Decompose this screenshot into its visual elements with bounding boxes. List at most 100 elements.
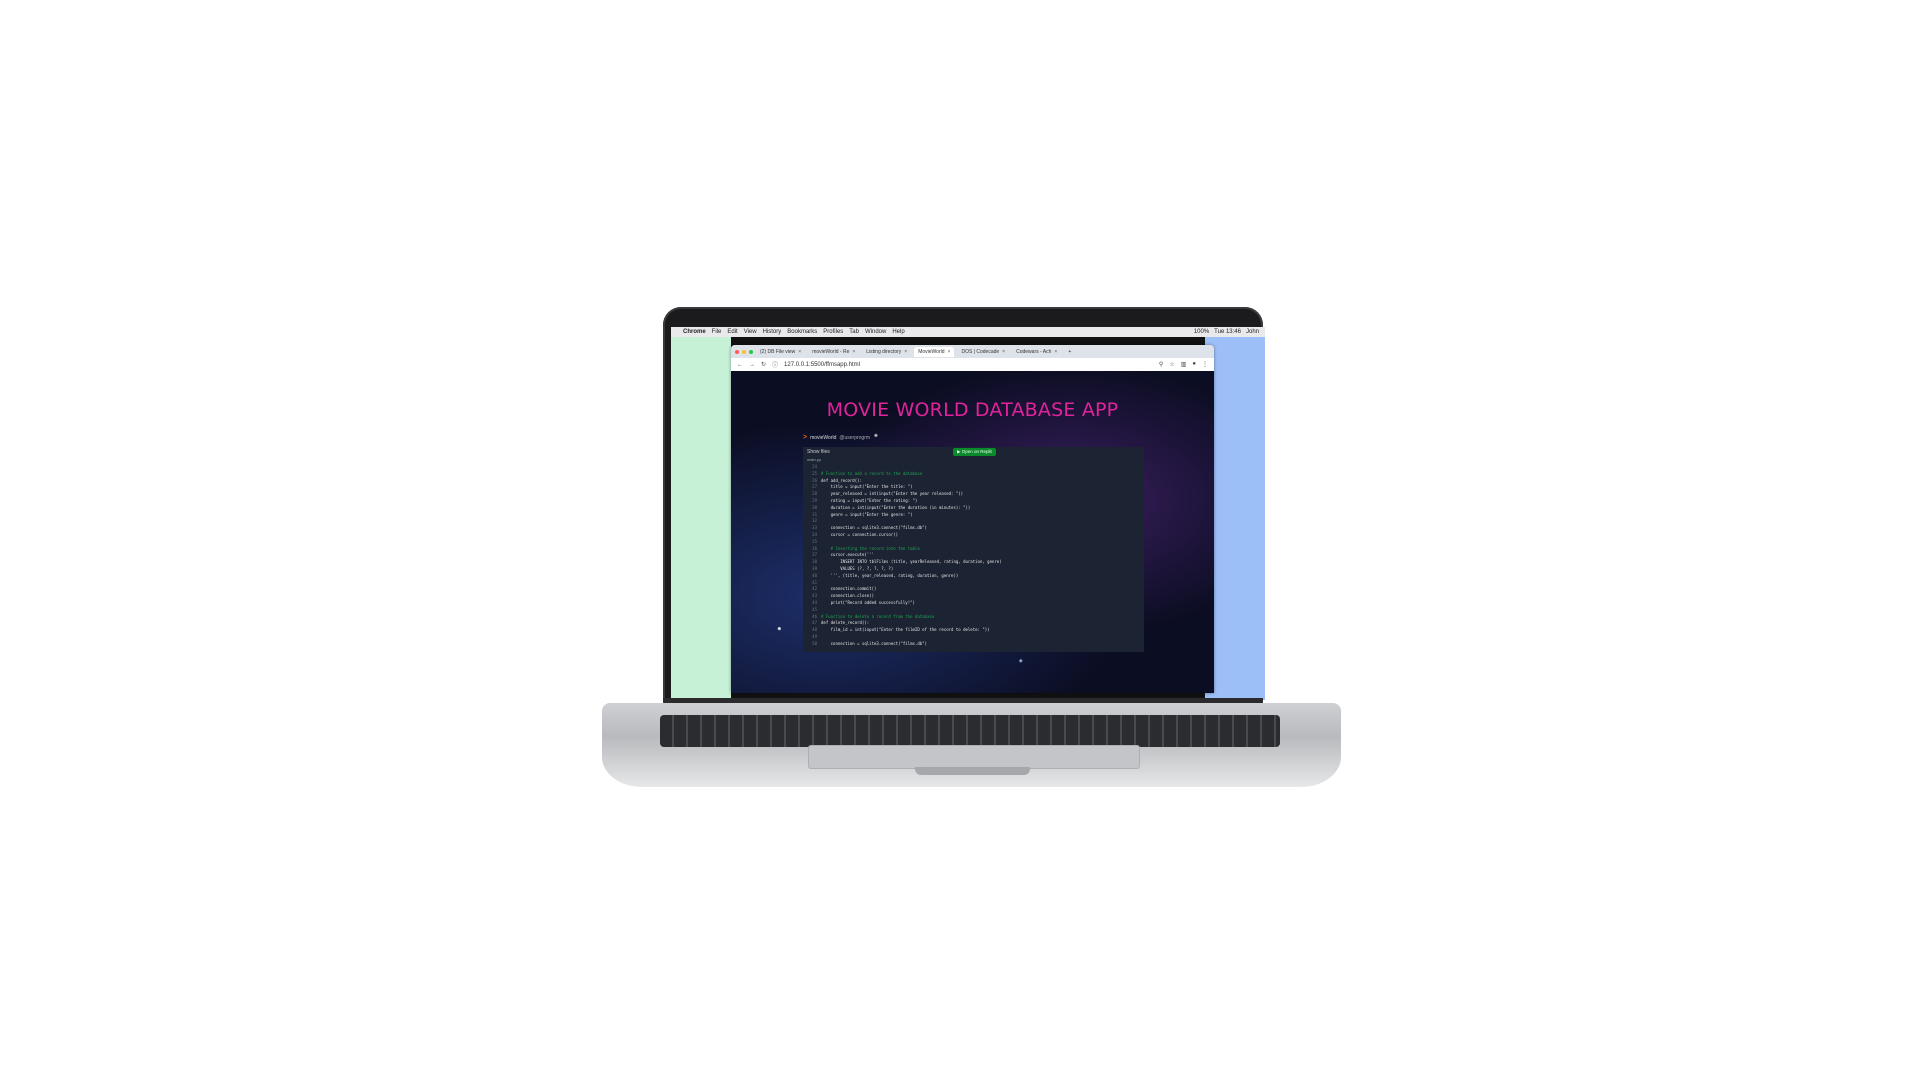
tab-movieworld[interactable]: MovieWorld × — [914, 346, 955, 357]
line-number: 48 — [812, 627, 817, 633]
back-icon[interactable]: ← — [737, 362, 743, 368]
line-number: 45 — [812, 606, 817, 612]
menu-kebab-icon[interactable]: ⋮ — [1202, 361, 1208, 368]
code-line[interactable]: 28 year_released = int(input("Enter the … — [807, 491, 1144, 498]
code-line[interactable]: 29 rating = input("Enter the rating: ") — [807, 498, 1144, 505]
code-line[interactable]: 38 INSERT INTO tblFilms (title, yearRele… — [807, 559, 1144, 566]
code-text: # Function to add a record to the databa… — [821, 470, 923, 476]
file-name[interactable]: main.py — [803, 456, 1144, 464]
code-line[interactable]: 35 — [807, 539, 1144, 546]
tab-listing-directory[interactable]: Listing directory × — [862, 347, 911, 357]
code-line[interactable]: 47 def delete_record(): — [807, 620, 1144, 627]
close-tab-icon[interactable]: × — [948, 349, 951, 355]
code-text: INSERT INTO tblFilms (title, yearRelease… — [821, 559, 1002, 565]
code-line[interactable]: 33 connection = sqlite3.connect("films.d… — [807, 525, 1144, 532]
menu-view[interactable]: View — [744, 329, 757, 335]
line-number: 31 — [812, 511, 817, 517]
code-line[interactable]: 32 — [807, 518, 1144, 525]
code-editor[interactable]: 24 25 # Function to add a record to the da… — [803, 464, 1144, 648]
zoom-window-button[interactable] — [749, 349, 753, 354]
repl-name[interactable]: movieWorld — [810, 435, 836, 441]
code-text: connection.close() — [821, 593, 874, 599]
bookmark-star-icon[interactable]: ☆ — [1169, 361, 1174, 368]
menu-tab[interactable]: Tab — [849, 329, 859, 335]
code-line[interactable]: 39 VALUES (?, ?, ?, ?, ?) — [807, 566, 1144, 573]
tab-movieworld-replit[interactable]: movieWorld - Re × — [808, 347, 859, 357]
code-line[interactable]: 40 ''', (title, year_released, rating, d… — [807, 573, 1144, 580]
new-tab-button[interactable]: + — [1064, 347, 1075, 357]
profile-avatar[interactable]: ● — [1192, 361, 1196, 368]
search-icon[interactable]: ⚲ — [1159, 361, 1163, 368]
code-line[interactable]: 26 def add_record(): — [807, 478, 1144, 485]
menu-window[interactable]: Window — [865, 329, 886, 335]
close-tab-icon[interactable]: × — [1002, 349, 1005, 355]
line-number: 36 — [812, 545, 817, 551]
code-line[interactable]: 27 title = input("Enter the title: ") — [807, 484, 1144, 491]
close-tab-icon[interactable]: × — [852, 349, 855, 355]
menu-help[interactable]: Help — [892, 329, 904, 335]
sidepanel-icon[interactable]: ▥ — [1181, 361, 1187, 368]
tab-label: MovieWorld — [918, 348, 945, 355]
code-line[interactable]: 37 cursor.execute(''' — [807, 552, 1144, 559]
code-line[interactable]: 46 # Function to delete a record from the… — [807, 614, 1144, 621]
code-text: cursor = connection.cursor() — [821, 531, 899, 537]
reload-icon[interactable]: ↻ — [761, 361, 766, 368]
code-line[interactable]: 44 print("Record added successfully!") — [807, 600, 1144, 607]
repl-user[interactable]: @userprogrm — [839, 435, 870, 441]
code-line[interactable]: 42 connection.commit() — [807, 586, 1144, 593]
code-line[interactable]: 41 — [807, 580, 1144, 587]
menu-history[interactable]: History — [763, 329, 782, 335]
menu-edit[interactable]: Edit — [727, 329, 737, 335]
code-line[interactable]: 25 # Function to add a record to the data… — [807, 471, 1144, 478]
close-tab-icon[interactable]: × — [1054, 349, 1057, 355]
code-line[interactable]: 45 — [807, 607, 1144, 614]
menu-bookmarks[interactable]: Bookmarks — [787, 329, 817, 335]
mac-menubar: Chrome File Edit View History Bookmarks … — [671, 327, 1265, 337]
line-number: 49 — [812, 633, 817, 639]
code-line[interactable]: 36 # Inserting the record into the table — [807, 546, 1144, 553]
close-tab-icon[interactable]: × — [798, 349, 801, 355]
show-files-button[interactable]: Show files — [807, 449, 830, 455]
close-tab-icon[interactable]: × — [904, 349, 907, 355]
line-number: 38 — [812, 559, 817, 565]
tab-db-file-view[interactable]: (2) DB File view × — [756, 347, 805, 357]
code-line[interactable]: 50 connection = sqlite3.connect("films.d… — [807, 641, 1144, 648]
menu-chrome[interactable]: Chrome — [683, 329, 706, 335]
close-window-button[interactable] — [735, 349, 739, 354]
replit-logo-icon[interactable]: > — [803, 434, 807, 441]
menu-profiles[interactable]: Profiles — [823, 329, 843, 335]
minimize-window-button[interactable] — [742, 349, 746, 354]
user-name[interactable]: John — [1246, 329, 1259, 335]
code-line[interactable]: 34 cursor = connection.cursor() — [807, 532, 1144, 539]
code-line[interactable]: 31 genre = input("Enter the genre: ") — [807, 512, 1144, 519]
code-line[interactable]: 24 — [807, 464, 1144, 471]
desktop-wallpaper-left — [671, 337, 731, 700]
tab-label: (2) DB File view — [760, 348, 796, 355]
open-on-replit-button[interactable]: ▶ Open on Replit — [953, 448, 996, 456]
tab-strip: (2) DB File view × movieWorld - Re × Listi… — [731, 345, 1214, 358]
line-number: 44 — [812, 599, 817, 605]
address-bar[interactable]: 127.0.0.1:5500/ffmsapp.html — [784, 362, 860, 368]
code-text: year_released = int(input("Enter the yea… — [821, 491, 964, 497]
tab-codewars[interactable]: Codewars - Ach × — [1012, 347, 1061, 357]
tab-codecademy[interactable]: DOS | Codecade × — [957, 347, 1009, 357]
keyboard — [660, 715, 1280, 747]
battery-status[interactable]: 100% — [1194, 329, 1209, 335]
line-number: 29 — [812, 497, 817, 503]
code-text: # Inserting the record into the table — [821, 545, 920, 551]
code-text: genre = input("Enter the genre: ") — [821, 511, 913, 517]
code-text: connection = sqlite3.connect("films.db") — [821, 640, 927, 646]
code-text: connection = sqlite3.connect("films.db") — [821, 525, 927, 531]
code-text: title = input("Enter the title: ") — [821, 484, 913, 490]
code-line[interactable]: 48 film_id = int(input("Enter the filmID… — [807, 627, 1144, 634]
menu-file[interactable]: File — [712, 329, 722, 335]
clock[interactable]: Tue 13:46 — [1214, 329, 1241, 335]
code-line[interactable]: 49 — [807, 634, 1144, 641]
site-info-icon[interactable]: ⓘ — [772, 360, 778, 369]
code-line[interactable]: 43 connection.close() — [807, 593, 1144, 600]
code-line[interactable]: 30 duration = int(input("Enter the durat… — [807, 505, 1144, 512]
code-text: cursor.execute(''' — [821, 552, 874, 558]
code-text: VALUES (?, ?, ?, ?, ?) — [821, 565, 894, 571]
forward-icon[interactable]: → — [749, 362, 755, 368]
touchpad — [808, 745, 1140, 769]
